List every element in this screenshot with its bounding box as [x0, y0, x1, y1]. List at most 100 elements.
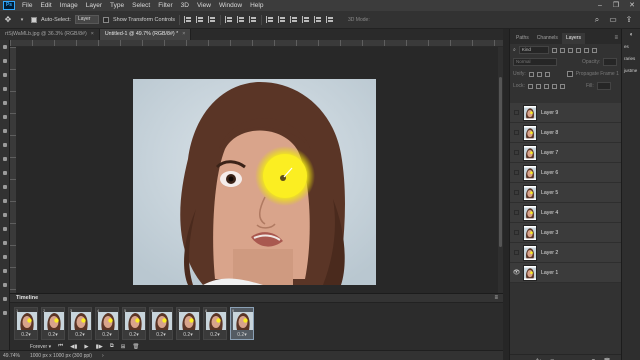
- type-filter-icon[interactable]: [567, 47, 573, 53]
- marquee-tool-icon[interactable]: [0, 54, 10, 68]
- duplicate-frame-icon[interactable]: ⊞: [121, 344, 126, 350]
- panel-menu-icon[interactable]: ≡: [494, 295, 498, 301]
- align-right-icon[interactable]: [208, 16, 216, 23]
- share-icon[interactable]: ⇪: [624, 15, 634, 25]
- layer-name[interactable]: Layer 6: [541, 170, 558, 176]
- auto-select-target-dropdown[interactable]: Layer: [74, 15, 99, 24]
- menu-edit[interactable]: Edit: [36, 2, 55, 9]
- adjustment-filter-icon[interactable]: [559, 47, 565, 53]
- distribute-bottom-icon[interactable]: [290, 16, 298, 23]
- crop-tool-icon[interactable]: [0, 96, 10, 110]
- align-middle-icon[interactable]: [237, 16, 245, 23]
- pixel-filter-icon[interactable]: [551, 47, 557, 53]
- layer-name[interactable]: Layer 4: [541, 210, 558, 216]
- align-bottom-icon[interactable]: [249, 16, 257, 23]
- lock-artboard-icon[interactable]: [551, 83, 557, 89]
- path-selection-tool-icon[interactable]: [0, 264, 10, 278]
- animation-frame[interactable]: 2 0.2▾: [41, 307, 65, 340]
- loop-options-dropdown[interactable]: Forever ▾: [30, 344, 51, 350]
- filter-toggle-icon[interactable]: [591, 47, 597, 53]
- tab-channels[interactable]: Channels: [533, 33, 562, 44]
- opacity-field[interactable]: [603, 58, 618, 66]
- collapsed-panel-label[interactable]: es: [622, 41, 640, 53]
- animation-frame[interactable]: 4 0.2▾: [95, 307, 119, 340]
- layer-row[interactable]: Layer 7: [510, 143, 622, 163]
- layer-name[interactable]: Layer 2: [541, 250, 558, 256]
- layer-row[interactable]: Layer 6: [510, 163, 622, 183]
- color-panel-icon[interactable]: ◐: [622, 29, 640, 41]
- collapsed-panel-label[interactable]: justme: [622, 65, 640, 77]
- visibility-toggle[interactable]: [514, 110, 519, 115]
- animation-frame[interactable]: 5 0.2▾: [122, 307, 146, 340]
- layer-row[interactable]: Layer 5: [510, 183, 622, 203]
- menu-type[interactable]: Type: [106, 2, 128, 9]
- eye-icon[interactable]: 👁: [510, 269, 523, 276]
- animation-frame-selected[interactable]: 9 0.2▾: [230, 307, 254, 340]
- menu-window[interactable]: Window: [215, 2, 246, 9]
- fill-field[interactable]: [596, 82, 611, 90]
- timeline-title[interactable]: Timeline: [16, 295, 38, 301]
- menu-layer[interactable]: Layer: [82, 2, 106, 9]
- layer-row[interactable]: Layer 2: [510, 243, 622, 263]
- show-transform-checkbox[interactable]: [102, 16, 109, 23]
- menu-select[interactable]: Select: [128, 2, 154, 9]
- visibility-toggle[interactable]: [514, 190, 519, 195]
- delete-frame-icon[interactable]: 🗑: [132, 344, 139, 350]
- zoom-level[interactable]: 49.74%: [3, 353, 20, 359]
- type-tool-icon[interactable]: [0, 250, 10, 264]
- layer-row[interactable]: 👁 Layer 1: [510, 263, 622, 283]
- tween-icon[interactable]: ⧉: [110, 343, 114, 350]
- unify-style-icon[interactable]: [544, 71, 550, 77]
- tab-rtsjwamlb[interactable]: rtSjWaMLb.jpg @ 36.3% (RGB/8#) ×: [0, 29, 100, 40]
- move-tool-icon[interactable]: ✥: [3, 15, 13, 24]
- minimize-icon[interactable]: –: [592, 0, 608, 11]
- menu-view[interactable]: View: [193, 2, 215, 9]
- unify-visibility-icon[interactable]: [536, 71, 542, 77]
- lasso-tool-icon[interactable]: [0, 68, 10, 82]
- frame-delay[interactable]: 0.2▾: [204, 332, 226, 338]
- visibility-toggle[interactable]: [514, 250, 519, 255]
- lock-brush-icon[interactable]: [535, 83, 541, 89]
- distribute-middle-icon[interactable]: [278, 16, 286, 23]
- layer-row[interactable]: Layer 4: [510, 203, 622, 223]
- animation-frame[interactable]: 3 0.2▾: [68, 307, 92, 340]
- animation-frame[interactable]: 8 0.2▾: [203, 307, 227, 340]
- play-icon[interactable]: ▶: [84, 344, 88, 350]
- search-icon[interactable]: ⌕: [592, 15, 602, 25]
- animation-frame[interactable]: 1 0.2▾: [14, 307, 38, 340]
- frame-delay[interactable]: 0.2▾: [231, 332, 253, 338]
- visibility-toggle[interactable]: [514, 170, 519, 175]
- collapsed-panel-label[interactable]: raries: [622, 53, 640, 65]
- rectangle-tool-icon[interactable]: [0, 278, 10, 292]
- visibility-toggle[interactable]: [514, 210, 519, 215]
- frame-delay[interactable]: 0.2▾: [96, 332, 118, 338]
- align-top-icon[interactable]: [225, 16, 233, 23]
- filter-kind-dropdown[interactable]: Kind: [518, 46, 549, 54]
- distribute-center-icon[interactable]: [314, 16, 322, 23]
- close-icon[interactable]: ✕: [624, 0, 640, 11]
- menu-help[interactable]: Help: [246, 2, 267, 9]
- lock-all-icon[interactable]: [559, 83, 565, 89]
- next-frame-icon[interactable]: ▮▶: [96, 344, 103, 350]
- frame-delay[interactable]: 0.2▾: [177, 332, 199, 338]
- animation-frame[interactable]: 7 0.2▾: [176, 307, 200, 340]
- brush-tool-icon[interactable]: [0, 138, 10, 152]
- distribute-top-icon[interactable]: [266, 16, 274, 23]
- move-tool-icon[interactable]: [0, 40, 10, 54]
- dodge-tool-icon[interactable]: [0, 222, 10, 236]
- tab-paths[interactable]: Paths: [512, 33, 533, 44]
- menu-3d[interactable]: 3D: [177, 2, 193, 9]
- visibility-toggle[interactable]: [514, 130, 519, 135]
- blend-mode-dropdown[interactable]: Normal: [513, 58, 557, 66]
- previous-frame-icon[interactable]: ◀▮: [70, 344, 77, 350]
- history-brush-tool-icon[interactable]: [0, 166, 10, 180]
- shape-filter-icon[interactable]: [575, 47, 581, 53]
- lock-transparent-icon[interactable]: [527, 83, 533, 89]
- zoom-tool-icon[interactable]: [0, 306, 10, 320]
- frame-delay[interactable]: 0.2▾: [150, 332, 172, 338]
- tool-preset-chevron-icon[interactable]: ▾: [17, 17, 27, 23]
- menu-filter[interactable]: Filter: [154, 2, 176, 9]
- tab-layers[interactable]: Layers: [561, 33, 585, 44]
- propagate-frame-checkbox[interactable]: [566, 71, 573, 77]
- unify-position-icon[interactable]: [528, 71, 534, 77]
